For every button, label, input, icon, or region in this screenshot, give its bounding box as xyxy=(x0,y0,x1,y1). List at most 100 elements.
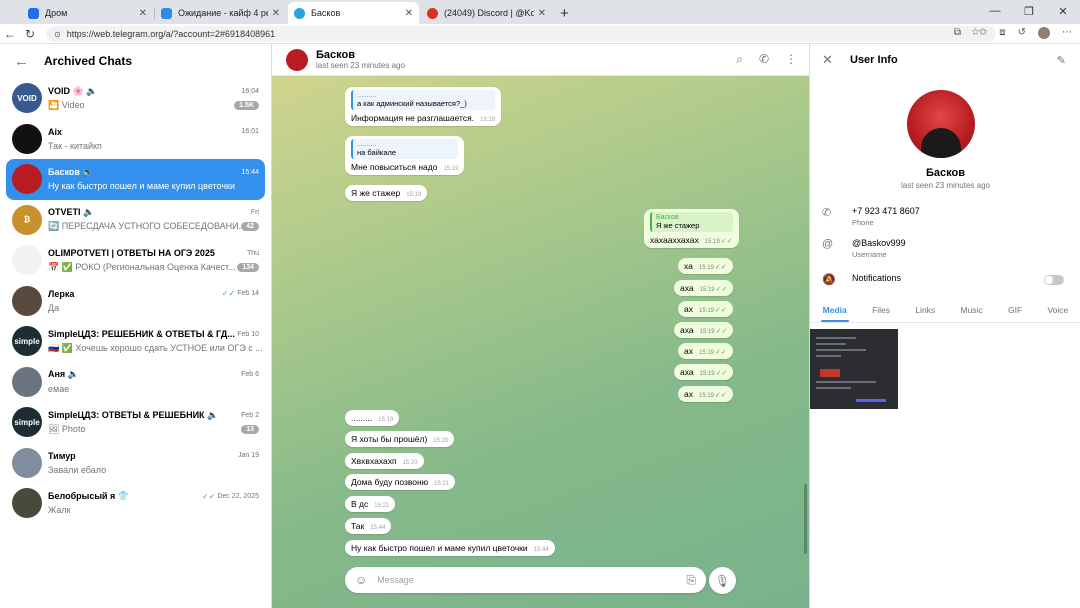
tab-music[interactable]: Music xyxy=(960,299,982,322)
media-thumbnail[interactable] xyxy=(810,329,898,409)
url-actions: ⧉ ☆ xyxy=(954,27,980,38)
outgoing-message[interactable]: ах 15:19✓✓ xyxy=(678,301,733,317)
reply-quote[interactable]: .......... на байкале xyxy=(351,139,459,159)
message-text: ха xyxy=(684,261,693,271)
message-composer[interactable]: ☺ Message ⎘ xyxy=(345,567,706,593)
profile-avatar[interactable] xyxy=(1038,27,1050,39)
reload-button[interactable]: ↻ xyxy=(20,27,40,41)
tab-voice[interactable]: Voice xyxy=(1047,299,1068,322)
close-icon[interactable]: ✕ xyxy=(538,8,546,19)
back-button[interactable]: ← xyxy=(0,27,20,41)
chat-avatar[interactable] xyxy=(286,48,308,71)
chat-preview: 📅 ✅ РОКО (Региональная Оценка Качест... xyxy=(48,261,236,272)
scrollbar[interactable] xyxy=(804,484,807,554)
phone-row[interactable]: ✆ +7 923 471 8607 Phone xyxy=(822,206,920,227)
browser-tab[interactable]: (24049) Discord | @Korney ✕ xyxy=(421,2,552,24)
outgoing-message[interactable]: ах 15:19✓✓ xyxy=(678,343,733,359)
avatar xyxy=(12,245,42,276)
chat-list-item[interactable]: Тимур Jan 19 Завали ебало xyxy=(6,443,265,484)
message-time: 15:19 xyxy=(378,417,394,423)
phone-call-icon[interactable]: ✆ xyxy=(759,52,769,67)
message-time: 15:19 xyxy=(698,265,714,271)
close-icon[interactable]: ✕ xyxy=(139,8,147,19)
incoming-message[interactable]: Я хоты бы прошёл) 15:20 xyxy=(345,431,455,447)
history-icon[interactable]: ↺ xyxy=(1018,27,1026,39)
notifications-row[interactable]: 🔕 Notifications xyxy=(822,273,901,286)
minimize-button[interactable]: — xyxy=(978,0,1012,22)
attach-icon[interactable]: ⎘ xyxy=(686,573,696,588)
chat-preview: Ну как быстро пошел и маме купил цветочк… xyxy=(48,181,236,192)
telegram-favicon-icon xyxy=(294,7,305,19)
chat-list-item[interactable]: VOID VOID 🌸 🔈 16:04 🎦 Video 1.5K xyxy=(6,78,265,119)
maximize-button[interactable]: ❐ xyxy=(1012,0,1046,22)
chat-list-item[interactable]: simple SimpleЦДЗ: РЕШЕБНИК & ОТВЕТЫ & ГД.… xyxy=(6,321,265,362)
message-text: аха xyxy=(680,367,694,377)
back-arrow-icon[interactable]: ← xyxy=(14,53,44,70)
close-icon[interactable]: ✕ xyxy=(405,8,413,19)
chat-list-item[interactable]: Белобрысый я 👕 ✓✓ Dec 22, 2025 Жалк xyxy=(6,483,265,524)
outgoing-message[interactable]: ах 15:19✓✓ xyxy=(678,386,733,402)
chat-list-item[interactable]: OLIMPOTVETI | ОТВЕТЫ НА ОГЭ 2025 Thu 📅 ✅ Р… xyxy=(6,240,265,281)
outgoing-message[interactable]: аха 15:19✓✓ xyxy=(674,364,734,380)
emoji-icon[interactable]: ☺ xyxy=(355,573,367,587)
tab-files[interactable]: Files xyxy=(872,299,890,322)
site-info-icon[interactable]: ⊙ xyxy=(54,30,61,39)
incoming-message[interactable]: Ну как быстро пошел и маме купил цветочк… xyxy=(345,540,555,556)
collections-icon[interactable]: ⧈ xyxy=(999,27,1005,39)
tab-label: Дром xyxy=(45,8,68,18)
more-vertical-icon[interactable]: ⋮ xyxy=(785,52,797,67)
message-time: 15:19 xyxy=(704,239,720,245)
edit-pencil-icon[interactable]: ✎ xyxy=(1057,54,1066,67)
chat-list-item[interactable]: Лерка ✓✓ Feb 14 Да xyxy=(6,281,265,322)
incoming-message[interactable]: Так 15:44 xyxy=(345,518,392,534)
close-icon[interactable]: ✕ xyxy=(822,52,850,68)
avatar xyxy=(12,164,42,195)
notifications-toggle[interactable] xyxy=(1044,275,1064,285)
reply-text: Я же стажер xyxy=(656,221,700,230)
tab-media[interactable]: Media xyxy=(820,299,849,322)
url-field[interactable]: ⊙ https://web.telegram.org/a/?account=2#… xyxy=(46,26,996,42)
outgoing-message[interactable]: аха 15:19✓✓ xyxy=(674,322,734,338)
username-label: Username xyxy=(852,250,887,259)
incoming-message[interactable]: ......... 15:19 xyxy=(345,410,400,426)
close-icon[interactable]: ✕ xyxy=(272,8,280,19)
tab-gif[interactable]: GIF xyxy=(1008,299,1022,322)
chat-time: Thu xyxy=(246,249,259,257)
chat-list-item[interactable]: ₿ OTVETI 🔈 Fri 🔄 ПЕРЕСДАЧА УСТНОГО СОБЕСЕДО… xyxy=(6,200,265,241)
reading-list-icon[interactable]: ✩ xyxy=(979,27,987,39)
chat-list-item[interactable]: Аня 🔈 Feb 6 емае xyxy=(6,362,265,403)
incoming-message[interactable]: Хвхвхахахп 15:20 xyxy=(345,453,424,469)
microphone-button[interactable]: 🎙 xyxy=(709,567,736,594)
app-install-icon[interactable]: ⧉ xyxy=(954,27,961,38)
chat-list-item[interactable]: simple SimpleЦДЗ: ОТВЕТЫ & РЕШЕБНИК 🔈 Feb … xyxy=(6,402,265,443)
close-window-button[interactable]: ✕ xyxy=(1046,0,1080,22)
tab-links[interactable]: Links xyxy=(915,299,935,322)
chat-list-item[interactable]: Басков 🔈 15:44 Ну как быстро пошел и маме … xyxy=(6,159,265,200)
incoming-message[interactable]: .......... на байкале Мне повыситься надо 1… xyxy=(345,136,465,175)
message-text: Ну как быстро пошел и маме купил цветочк… xyxy=(351,543,528,553)
outgoing-message[interactable]: аха 15:19✓✓ xyxy=(674,280,734,296)
search-icon[interactable]: ⌕ xyxy=(736,52,743,67)
incoming-message[interactable]: В дс 15:21 xyxy=(345,496,396,512)
incoming-message[interactable]: Дома буду позвоню 15:21 xyxy=(345,474,456,490)
browser-tab[interactable]: Ожидание - кайф 4 регион (ОНЛ ✕ xyxy=(155,2,286,24)
outgoing-message[interactable]: ха 15:19✓✓ xyxy=(678,258,733,274)
profile-avatar[interactable] xyxy=(907,90,975,158)
message-text: Я же стажер xyxy=(351,188,401,198)
browser-tab-active[interactable]: Басков ✕ xyxy=(288,2,419,24)
incoming-message[interactable]: Я же стажер 15:19 xyxy=(345,185,428,201)
browser-toolbar: ✩ ⧈ ↺ ⋯ xyxy=(979,27,1072,39)
outgoing-message[interactable]: Басков Я же стажер хахааххахах 15:19✓✓ xyxy=(644,209,739,248)
reply-quote[interactable]: .......... а как админский называется?_) xyxy=(351,90,496,110)
reply-quote[interactable]: Басков Я же стажер xyxy=(650,212,733,232)
incoming-message[interactable]: .......... а как админский называется?_) И… xyxy=(345,87,502,126)
browser-tab[interactable]: Дром ✕ xyxy=(22,2,155,24)
message-input[interactable]: Message xyxy=(377,575,686,585)
chat-list-item[interactable]: Aix 16:01 Так - китайкп xyxy=(6,119,265,160)
new-tab-button[interactable]: + xyxy=(560,5,569,22)
avatar: simple xyxy=(12,326,42,357)
menu-dots-icon[interactable]: ⋯ xyxy=(1062,27,1072,39)
message-time: 15:21 xyxy=(374,503,390,509)
username-row[interactable]: @ @Baskov999 Username xyxy=(822,238,906,259)
chat-header[interactable]: Басков last seen 23 minutes ago ⌕ ✆ ⋮ xyxy=(272,44,809,76)
